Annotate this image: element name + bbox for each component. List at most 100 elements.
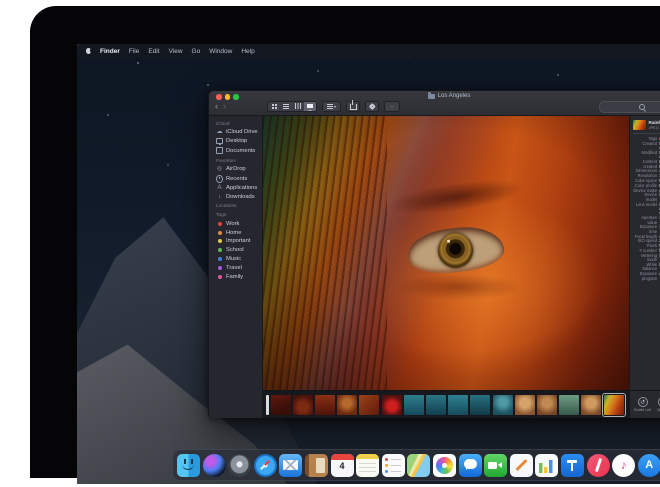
thumbnail[interactable] <box>271 395 291 415</box>
dock-icon-news[interactable] <box>587 454 610 477</box>
sidebar-item-applications[interactable]: A Applications <box>209 184 262 193</box>
metadata-row: Device modeliPhone X <box>633 193 660 202</box>
thumbnail[interactable] <box>315 395 335 415</box>
dock-icon-launchpad[interactable] <box>228 454 251 477</box>
more-actions-button[interactable]: … <box>384 101 400 112</box>
window-title: Los Angeles <box>438 93 471 99</box>
thumbnail[interactable] <box>359 395 379 415</box>
apple-logo-icon[interactable] <box>86 48 91 54</box>
menu-help[interactable]: Help <box>241 48 254 55</box>
file-thumbnail <box>633 120 646 130</box>
group-button[interactable]: ▾ <box>322 101 341 112</box>
airdrop-icon: ◎ <box>216 166 223 172</box>
sidebar-tag-family[interactable]: Family <box>209 272 262 281</box>
magnifier-icon <box>639 104 645 110</box>
menu-go[interactable]: Go <box>192 48 201 55</box>
search-input[interactable] <box>599 101 660 113</box>
thumbnail[interactable] <box>426 395 446 415</box>
sidebar-tag-important[interactable]: Important <box>209 237 262 246</box>
thumbnail[interactable] <box>448 395 468 415</box>
sidebar-tag-music[interactable]: Music <box>209 255 262 264</box>
sidebar-tag-travel[interactable]: Travel <box>209 263 262 272</box>
thumbnail[interactable] <box>470 395 490 415</box>
dock-icon-mail[interactable] <box>279 454 302 477</box>
clock-icon <box>216 175 223 183</box>
sidebar-item-desktop[interactable]: Desktop <box>209 137 262 146</box>
folder-icon <box>428 94 435 99</box>
photo-preview[interactable] <box>263 116 629 390</box>
forward-button[interactable]: › <box>223 101 226 112</box>
thumbnail[interactable] <box>581 395 601 415</box>
downloads-icon: ↓ <box>216 194 223 200</box>
sidebar-tag-work[interactable]: Work <box>209 219 262 228</box>
tag-dot-green-icon <box>216 248 223 252</box>
share-button[interactable] <box>346 101 360 112</box>
dock-icon-messages[interactable] <box>459 454 482 477</box>
dock-icon-pages[interactable] <box>510 454 533 477</box>
thumbnail[interactable] <box>293 395 313 415</box>
toolbar: ▾ … <box>267 101 400 111</box>
dock-icon-notes[interactable] <box>356 454 379 477</box>
menu-view[interactable]: View <box>169 48 183 55</box>
menu-file[interactable]: File <box>129 48 139 55</box>
tags-button[interactable] <box>365 101 379 112</box>
document-icon <box>216 147 223 155</box>
gallery-view-button[interactable] <box>304 102 316 111</box>
dock-icon-numbers[interactable] <box>535 454 558 477</box>
metadata-row: Exposure programAuto <box>633 272 660 281</box>
list-view-button[interactable] <box>280 102 292 111</box>
photo-undereye-shadow <box>393 274 523 300</box>
menu-window[interactable]: Window <box>209 48 232 55</box>
sidebar-tag-home[interactable]: Home <box>209 228 262 237</box>
dock-icon-keynote[interactable] <box>561 454 584 477</box>
thumbnail[interactable] <box>493 395 513 415</box>
dock-icon-photos[interactable] <box>433 454 456 477</box>
dock-icon-facetime[interactable] <box>484 454 507 477</box>
thumbnail[interactable] <box>404 395 424 415</box>
thumbnail[interactable] <box>382 395 402 415</box>
dock: 4 ♪ A ⚙ <box>172 449 660 481</box>
photo-eyebrow-shadow <box>380 172 533 223</box>
dock-icon-itunes[interactable]: ♪ <box>612 454 635 477</box>
tag-dot-blue-icon <box>216 257 223 261</box>
rotate-left-button[interactable]: ↺ Rotate Left <box>634 397 651 412</box>
sidebar-item-icloud-drive[interactable]: ☁ iCloud Drive <box>209 128 262 137</box>
dock-icon-siri[interactable] <box>203 454 226 477</box>
applications-icon: A <box>216 185 223 191</box>
view-segmented-control <box>267 101 317 112</box>
dock-icon-reminders[interactable] <box>382 454 405 477</box>
sidebar: iCloud ☁ iCloud Drive Desktop Documents … <box>209 116 263 418</box>
sidebar-item-airdrop[interactable]: ◎ AirDrop <box>209 165 262 174</box>
icon-view-button[interactable] <box>268 102 280 111</box>
back-button[interactable]: ‹ <box>215 101 218 112</box>
thumbnail[interactable] <box>537 395 557 415</box>
thumbnail[interactable] <box>515 395 535 415</box>
column-view-button[interactable] <box>292 102 304 111</box>
menu-bar: Finder File Edit View Go Window Help <box>77 44 660 58</box>
dock-icon-contacts[interactable] <box>305 454 328 477</box>
thumbnail[interactable] <box>337 395 357 415</box>
thumbnail-selected[interactable] <box>604 395 624 415</box>
sidebar-tag-school[interactable]: School <box>209 246 262 255</box>
marketing-canvas: Finder File Edit View Go Window Help <box>0 0 660 487</box>
dock-icon-safari[interactable] <box>254 454 277 477</box>
menu-finder[interactable]: Finder <box>100 48 120 55</box>
dock-icon-maps[interactable] <box>407 454 430 477</box>
thumbnail[interactable] <box>559 395 579 415</box>
title-bar[interactable]: ‹ › Los Angeles ▾ <box>209 91 660 116</box>
sidebar-item-recents[interactable]: Recents <box>209 174 262 184</box>
dock-icon-app-store[interactable]: A <box>638 454 660 477</box>
thumbnail-partial[interactable] <box>266 395 269 415</box>
quick-actions-bar: ↺ Rotate Left ✎ Markup ⋯ More <box>629 391 660 418</box>
calendar-day-number: 4 <box>331 461 354 471</box>
sidebar-section-icloud: iCloud <box>209 119 262 128</box>
divider <box>633 133 660 134</box>
desktop-icon <box>216 138 223 144</box>
sidebar-section-favorites: Favorites <box>209 156 262 165</box>
dock-icon-calendar[interactable]: 4 <box>331 454 354 477</box>
dock-icon-finder[interactable] <box>177 454 200 477</box>
menu-edit[interactable]: Edit <box>148 48 159 55</box>
sidebar-item-downloads[interactable]: ↓ Downloads <box>209 193 262 202</box>
imac-display-bezel: Finder File Edit View Go Window Help <box>30 6 660 478</box>
sidebar-item-documents[interactable]: Documents <box>209 146 262 156</box>
